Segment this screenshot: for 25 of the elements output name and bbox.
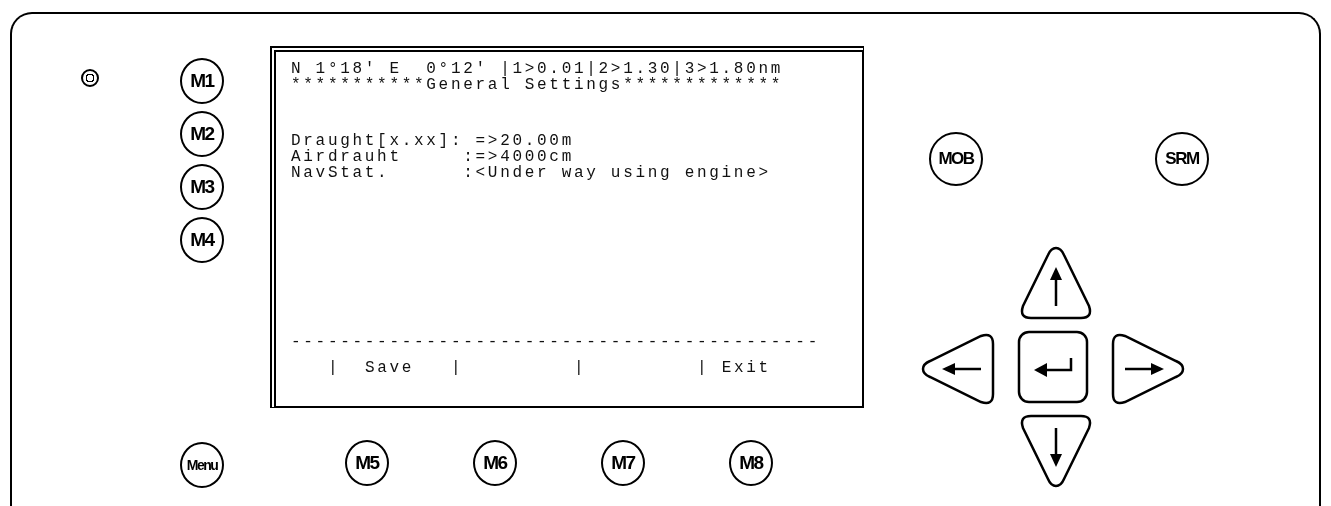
down-arrow-icon — [1050, 428, 1062, 467]
up-arrow-icon — [1050, 267, 1062, 306]
setting-line: Draught[x.xx]: =>20.00m — [291, 133, 574, 149]
round-key[interactable]: M5 — [345, 440, 389, 486]
position-status-line: N 1°18' E 0°12' |1>0.01|2>1.30|3>1.80nm — [291, 61, 784, 77]
divider-text: ------------------------------------------- — [291, 334, 820, 350]
right-arrow-icon — [1125, 363, 1164, 375]
round-key[interactable]: MOB — [929, 132, 983, 186]
round-key[interactable]: M7 — [601, 440, 645, 486]
softkey-labels: | Save | | | Exit — [327, 360, 771, 376]
round-key[interactable]: M6 — [473, 440, 517, 486]
enter-key[interactable] — [1017, 330, 1089, 404]
setting-line: NavStat. :<Under way using engine> — [291, 165, 771, 181]
menu-key[interactable]: Menu — [180, 442, 224, 488]
round-key[interactable]: M4 — [180, 217, 224, 263]
setting-line: Airdrauht :=>4000cm — [291, 149, 574, 165]
indicator-light-icon — [81, 69, 99, 87]
round-key[interactable]: M3 — [180, 164, 224, 210]
round-key[interactable]: M2 — [180, 111, 224, 157]
round-key[interactable]: M8 — [729, 440, 773, 486]
screen-title: ***********General Settings************* — [291, 77, 784, 93]
round-key[interactable]: M1 — [180, 58, 224, 104]
return-arrow-icon — [1034, 358, 1073, 377]
left-arrow-icon — [942, 363, 981, 375]
round-key[interactable]: SRM — [1155, 132, 1209, 186]
